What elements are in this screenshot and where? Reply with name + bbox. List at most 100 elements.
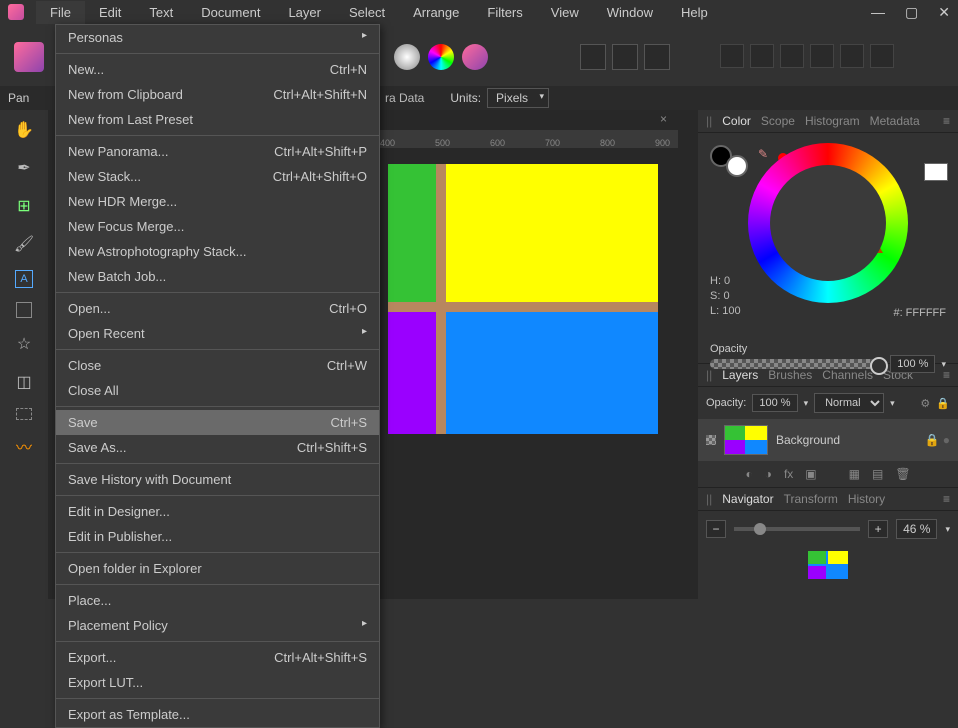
maximize-button[interactable]: ▢ — [905, 4, 918, 21]
menu-new-focus-merge-[interactable]: New Focus Merge... — [56, 214, 379, 239]
group-icon[interactable]: ▦ — [849, 467, 860, 481]
document-close[interactable]: × — [660, 112, 667, 126]
star-tool[interactable]: ☆ — [12, 332, 36, 356]
text-tool[interactable]: A — [15, 270, 33, 288]
tab-scope[interactable]: Scope — [761, 114, 795, 128]
opacity-value[interactable]: 100 % — [890, 355, 935, 373]
menu-place-[interactable]: Place... — [56, 588, 379, 613]
selection-subtract[interactable] — [644, 44, 670, 70]
mask-icon[interactable]: ◐ — [745, 467, 752, 481]
eyedropper-icon[interactable]: ✎ — [758, 147, 768, 161]
menu-edit[interactable]: Edit — [85, 1, 135, 24]
menu-open-recent[interactable]: Open Recent — [56, 321, 379, 346]
persona-icon[interactable] — [14, 42, 44, 72]
menu-document[interactable]: Document — [187, 1, 274, 24]
align-2[interactable] — [780, 44, 804, 68]
marquee-tool[interactable] — [16, 408, 32, 420]
menu-placement-policy[interactable]: Placement Policy — [56, 613, 379, 638]
menu-save-as-[interactable]: Save As...Ctrl+Shift+S — [56, 435, 379, 460]
menu-new-[interactable]: New...Ctrl+N — [56, 57, 379, 82]
menu-new-batch-job-[interactable]: New Batch Job... — [56, 264, 379, 289]
menu-new-from-clipboard[interactable]: New from ClipboardCtrl+Alt+Shift+N — [56, 82, 379, 107]
tab-metadata[interactable]: Metadata — [870, 114, 920, 128]
nav-menu-icon[interactable]: ≡ — [943, 492, 950, 506]
menu-layer[interactable]: Layer — [274, 1, 335, 24]
layer-opacity-value[interactable]: 100 % — [752, 394, 797, 412]
menu-close[interactable]: CloseCtrl+W — [56, 353, 379, 378]
crop-tool[interactable]: ◫ — [12, 370, 36, 394]
layer-lock-indicator[interactable]: 🔒 ● — [924, 433, 950, 447]
selection-add[interactable] — [612, 44, 638, 70]
menu-file[interactable]: File — [36, 1, 85, 24]
menu-window[interactable]: Window — [593, 1, 667, 24]
navigator-thumbnail[interactable] — [808, 551, 848, 579]
blend-mode-select[interactable]: Normal — [814, 393, 884, 413]
fx-icon[interactable]: fx — [784, 467, 793, 481]
align-5[interactable] — [870, 44, 894, 68]
align-4[interactable] — [840, 44, 864, 68]
menu-select[interactable]: Select — [335, 1, 399, 24]
menu-edit-in-designer-[interactable]: Edit in Designer... — [56, 499, 379, 524]
pixel-tool[interactable]: ⊞ — [12, 194, 36, 218]
menu-open-folder-in-explorer[interactable]: Open folder in Explorer — [56, 556, 379, 581]
tab-transform[interactable]: Transform — [784, 492, 838, 506]
menu-text[interactable]: Text — [135, 1, 187, 24]
menu-save[interactable]: SaveCtrl+S — [56, 410, 379, 435]
color-swatches[interactable] — [710, 145, 748, 177]
zoom-value[interactable]: 46 % — [896, 519, 937, 539]
color-wheel[interactable] — [748, 143, 908, 303]
current-swatch[interactable] — [924, 163, 948, 181]
align-3[interactable] — [810, 44, 834, 68]
gear-icon[interactable]: ⚙ — [920, 397, 930, 410]
tab-histogram[interactable]: Histogram — [805, 114, 860, 128]
brush-tool[interactable]: 🖌 — [12, 232, 36, 256]
menu-new-astrophotography-stack-[interactable]: New Astrophotography Stack... — [56, 239, 379, 264]
units-dropdown[interactable]: Pixels — [487, 88, 549, 108]
align-dropdown[interactable] — [720, 44, 744, 68]
zoom-in-button[interactable]: + — [868, 520, 888, 538]
hand-tool[interactable]: ✋ — [12, 118, 36, 142]
menu-filters[interactable]: Filters — [473, 1, 536, 24]
menu-save-history-with-document[interactable]: Save History with Document — [56, 467, 379, 492]
autolevels-button[interactable] — [394, 44, 420, 70]
menu-arrange[interactable]: Arrange — [399, 1, 473, 24]
close-button[interactable]: ✕ — [938, 4, 950, 21]
menu-view[interactable]: View — [537, 1, 593, 24]
menu-new-panorama-[interactable]: New Panorama...Ctrl+Alt+Shift+P — [56, 139, 379, 164]
menu-export-as-template-[interactable]: Export as Template... — [56, 702, 379, 727]
selection-new[interactable] — [580, 44, 606, 70]
layer-row[interactable]: Background 🔒 ● — [698, 419, 958, 461]
align-1[interactable] — [750, 44, 774, 68]
pen-tool[interactable]: ✒ — [12, 156, 36, 180]
tab-navigator[interactable]: Navigator — [722, 492, 773, 506]
lock-icon[interactable]: 🔒 — [936, 397, 950, 410]
panel-menu-icon[interactable]: ≡ — [943, 114, 950, 128]
menu-open-[interactable]: Open...Ctrl+O — [56, 296, 379, 321]
menu-new-from-last-preset[interactable]: New from Last Preset — [56, 107, 379, 132]
minimize-button[interactable]: — — [871, 4, 885, 21]
merge-icon[interactable]: ▤ — [872, 467, 883, 481]
zoom-out-button[interactable]: − — [706, 520, 726, 538]
canvas[interactable] — [388, 164, 658, 434]
rectangle-tool[interactable] — [16, 302, 32, 318]
effect-button[interactable] — [462, 44, 488, 70]
crop-layer-icon[interactable]: ▣ — [805, 467, 816, 481]
adjust-icon[interactable]: ◑ — [765, 467, 772, 481]
colorwheel-button[interactable] — [428, 44, 454, 70]
zoom-slider[interactable] — [734, 527, 860, 531]
menu-export-lut-[interactable]: Export LUT... — [56, 670, 379, 695]
secondary-color[interactable] — [726, 155, 748, 177]
tab-color[interactable]: Color — [722, 114, 751, 128]
menu-new-stack-[interactable]: New Stack...Ctrl+Alt+Shift+O — [56, 164, 379, 189]
color-triangle[interactable] — [803, 183, 883, 253]
menu-help[interactable]: Help — [667, 1, 722, 24]
menu-edit-in-publisher-[interactable]: Edit in Publisher... — [56, 524, 379, 549]
delete-icon[interactable]: 🗑 — [895, 467, 910, 481]
menu-export-[interactable]: Export...Ctrl+Alt+Shift+S — [56, 645, 379, 670]
lasso-tool[interactable]: 〰 — [12, 434, 36, 458]
tab-history[interactable]: History — [848, 492, 885, 506]
menu-new-hdr-merge-[interactable]: New HDR Merge... — [56, 189, 379, 214]
menu-personas[interactable]: Personas — [56, 25, 379, 50]
opacity-slider[interactable] — [710, 359, 884, 369]
menu-close-all[interactable]: Close All — [56, 378, 379, 403]
